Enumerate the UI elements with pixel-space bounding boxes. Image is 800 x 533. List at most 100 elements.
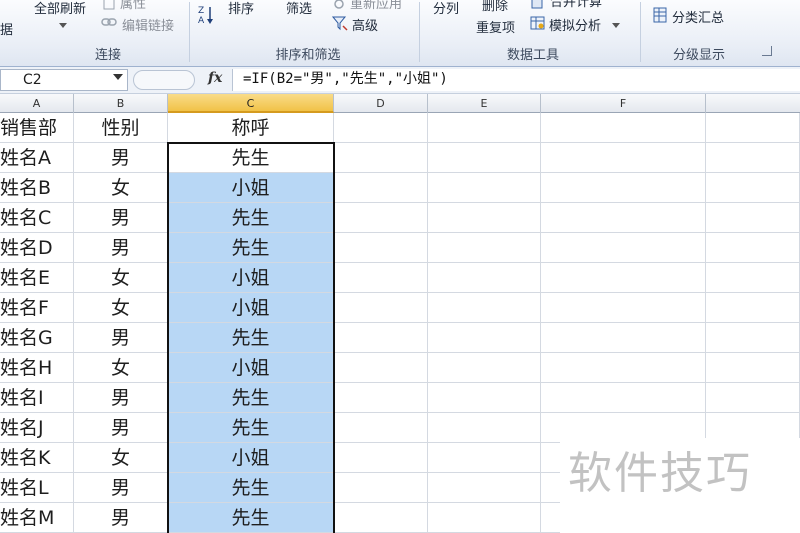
gender-cell[interactable]: 女	[74, 293, 168, 323]
cell-a1[interactable]: 销售部	[0, 113, 74, 143]
salutation-cell[interactable]: 小姐	[168, 293, 334, 323]
empty-cell[interactable]	[428, 413, 541, 443]
gender-cell[interactable]: 男	[74, 383, 168, 413]
gender-cell[interactable]: 男	[74, 203, 168, 233]
empty-cell[interactable]	[541, 143, 706, 173]
empty-cell[interactable]	[428, 503, 541, 533]
get-data-button[interactable]: 据	[0, 19, 13, 38]
gender-cell[interactable]: 男	[74, 413, 168, 443]
salutation-cell[interactable]: 先生	[168, 413, 334, 443]
column-header-e[interactable]: E	[428, 94, 541, 113]
subtotal-button[interactable]: 分类汇总	[672, 7, 724, 26]
column-header-c[interactable]: C	[168, 94, 334, 113]
properties-button[interactable]: 属性	[120, 0, 146, 12]
remove-duplicates-label[interactable]: 删除	[482, 0, 508, 14]
salutation-cell[interactable]: 先生	[168, 233, 334, 263]
empty-cell[interactable]	[706, 383, 800, 413]
empty-cell[interactable]	[706, 203, 800, 233]
empty-cell[interactable]	[428, 443, 541, 473]
empty-cell[interactable]	[428, 173, 541, 203]
name-cell[interactable]: 姓名J	[0, 413, 74, 443]
empty-cell[interactable]	[334, 203, 428, 233]
refresh-all-button[interactable]: 全部刷新	[34, 0, 86, 17]
empty-cell[interactable]	[334, 473, 428, 503]
empty-cell[interactable]	[334, 353, 428, 383]
empty-cell[interactable]	[541, 323, 706, 353]
gender-cell[interactable]: 女	[74, 173, 168, 203]
name-cell[interactable]: 姓名B	[0, 173, 74, 203]
name-box[interactable]: C2	[0, 69, 128, 91]
salutation-cell[interactable]: 先生	[168, 383, 334, 413]
empty-cell[interactable]	[428, 473, 541, 503]
remove-duplicates-button[interactable]: 重复项	[476, 17, 515, 36]
name-cell[interactable]: 姓名I	[0, 383, 74, 413]
dialog-launcher-icon[interactable]	[762, 46, 772, 56]
empty-cell[interactable]	[541, 173, 706, 203]
column-header-b[interactable]: B	[74, 94, 168, 113]
salutation-cell[interactable]: 小姐	[168, 263, 334, 293]
empty-cell[interactable]	[334, 263, 428, 293]
empty-cell[interactable]	[706, 323, 800, 353]
salutation-cell[interactable]: 先生	[168, 203, 334, 233]
chevron-down-icon[interactable]	[611, 20, 621, 30]
empty-cell[interactable]	[706, 293, 800, 323]
salutation-cell[interactable]: 先生	[168, 503, 334, 533]
empty-cell[interactable]	[334, 383, 428, 413]
name-cell[interactable]: 姓名D	[0, 233, 74, 263]
empty-cell[interactable]	[428, 353, 541, 383]
cell-f1[interactable]	[541, 113, 706, 143]
insert-function-icon[interactable]: fx	[208, 70, 222, 86]
empty-cell[interactable]	[428, 323, 541, 353]
advanced-button[interactable]: 高级	[352, 15, 378, 34]
text-to-columns-button[interactable]: 分列	[433, 0, 459, 17]
formula-bar-handle[interactable]	[133, 70, 195, 90]
gender-cell[interactable]: 男	[74, 503, 168, 533]
empty-cell[interactable]	[541, 263, 706, 293]
empty-cell[interactable]	[706, 353, 800, 383]
empty-cell[interactable]	[334, 143, 428, 173]
empty-cell[interactable]	[334, 503, 428, 533]
empty-cell[interactable]	[428, 293, 541, 323]
reapply-button[interactable]: 重新应用	[350, 0, 402, 12]
gender-cell[interactable]: 女	[74, 263, 168, 293]
empty-cell[interactable]	[334, 413, 428, 443]
cell-e1[interactable]	[428, 113, 541, 143]
cell-d1[interactable]	[334, 113, 428, 143]
gender-cell[interactable]: 女	[74, 353, 168, 383]
empty-cell[interactable]	[334, 173, 428, 203]
salutation-cell[interactable]: 先生	[168, 323, 334, 353]
gender-cell[interactable]: 男	[74, 233, 168, 263]
gender-cell[interactable]: 男	[74, 323, 168, 353]
name-cell[interactable]: 姓名C	[0, 203, 74, 233]
empty-cell[interactable]	[541, 233, 706, 263]
name-cell[interactable]: 姓名G	[0, 323, 74, 353]
name-cell[interactable]: 姓名M	[0, 503, 74, 533]
empty-cell[interactable]	[428, 203, 541, 233]
what-if-analysis-button[interactable]: 模拟分析	[549, 15, 601, 34]
empty-cell[interactable]	[541, 293, 706, 323]
sort-button[interactable]: 排序	[228, 0, 254, 17]
empty-cell[interactable]	[706, 173, 800, 203]
empty-cell[interactable]	[428, 383, 541, 413]
salutation-cell[interactable]: 小姐	[168, 443, 334, 473]
salutation-cell[interactable]: 先生	[168, 473, 334, 503]
column-header-d[interactable]: D	[334, 94, 428, 113]
empty-cell[interactable]	[334, 443, 428, 473]
gender-cell[interactable]: 男	[74, 473, 168, 503]
formula-input[interactable]: =IF(B2="男","先生","小姐")	[232, 69, 800, 91]
salutation-cell[interactable]: 小姐	[168, 173, 334, 203]
cell-c1[interactable]: 称呼	[168, 113, 334, 143]
empty-cell[interactable]	[541, 383, 706, 413]
empty-cell[interactable]	[428, 263, 541, 293]
empty-cell[interactable]	[334, 293, 428, 323]
empty-cell[interactable]	[706, 233, 800, 263]
empty-cell[interactable]	[428, 143, 541, 173]
cell-g1[interactable]	[706, 113, 800, 143]
filter-button[interactable]: 筛选	[286, 0, 312, 17]
name-cell[interactable]: 姓名H	[0, 353, 74, 383]
chevron-down-icon[interactable]	[58, 20, 68, 30]
name-cell[interactable]: 姓名A	[0, 143, 74, 173]
empty-cell[interactable]	[541, 203, 706, 233]
name-cell[interactable]: 姓名F	[0, 293, 74, 323]
gender-cell[interactable]: 男	[74, 143, 168, 173]
